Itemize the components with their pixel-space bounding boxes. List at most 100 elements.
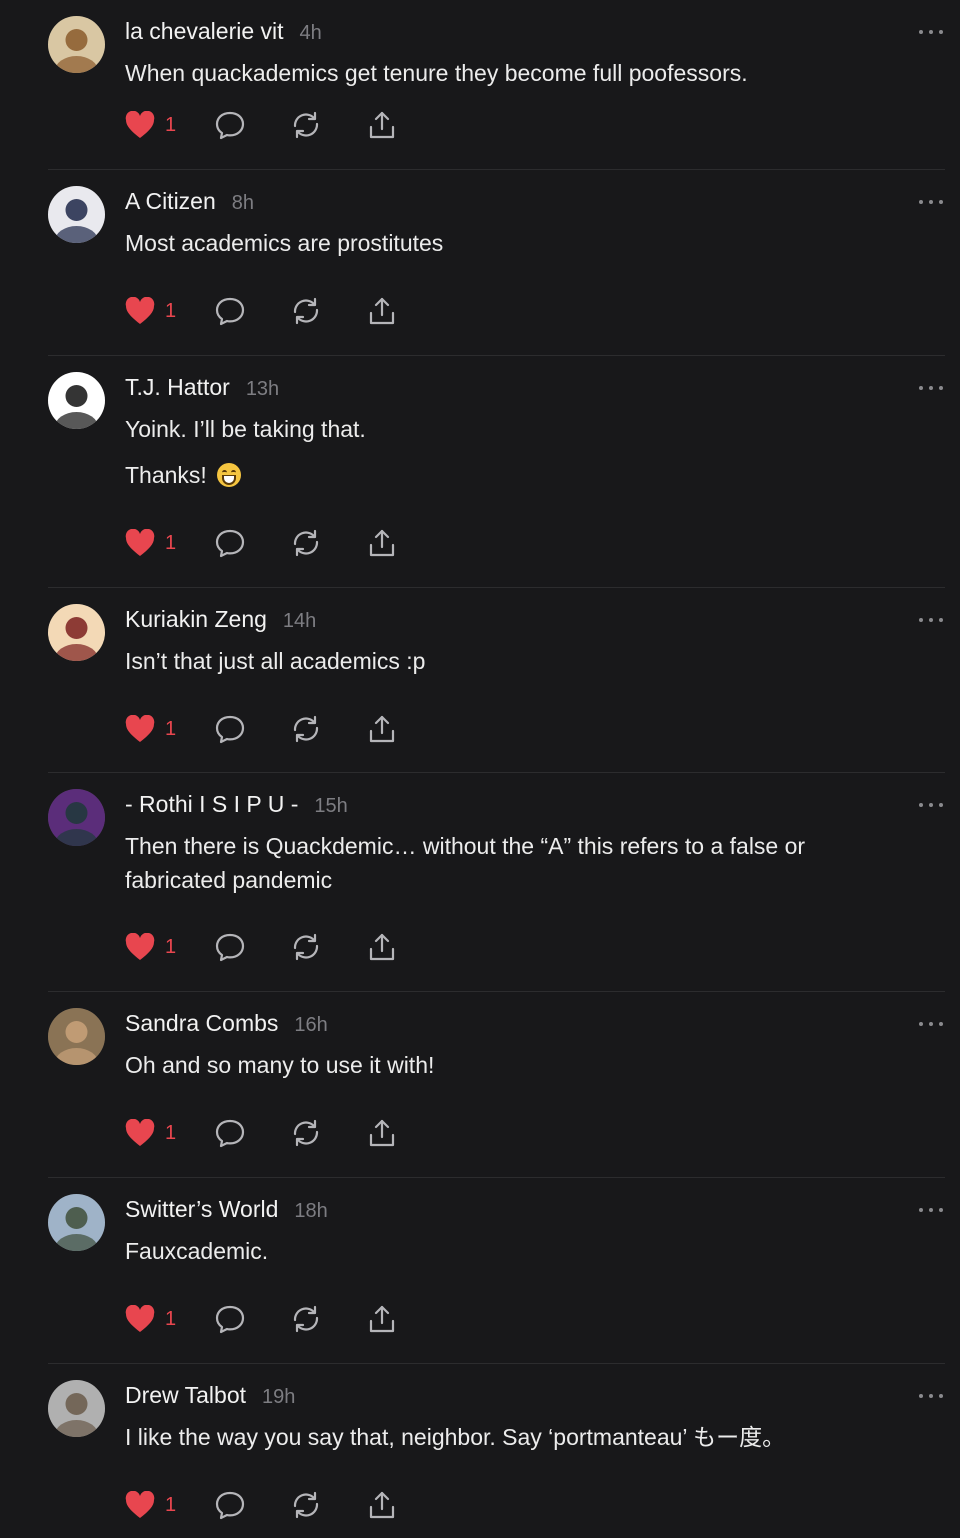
reply-button[interactable] xyxy=(215,714,291,744)
timestamp: 19h xyxy=(262,1386,296,1408)
comment-item: T.J. Hattor 13h Yoink. I’ll be taking that… xyxy=(48,356,945,588)
repost-button[interactable] xyxy=(291,714,367,744)
comment-header: Sandra Combs 16h xyxy=(125,1010,328,1037)
author-name[interactable]: A Citizen xyxy=(125,188,216,215)
comment-text-content: Most academics are prostitutes xyxy=(125,230,444,256)
like-button[interactable]: 1 xyxy=(125,715,215,743)
share-icon xyxy=(367,110,397,140)
author-name[interactable]: la chevalerie vit xyxy=(125,18,284,45)
share-button[interactable] xyxy=(367,1118,407,1148)
like-button[interactable]: 1 xyxy=(125,1305,215,1333)
avatar[interactable] xyxy=(48,789,105,846)
comment-text-content: Thanks! xyxy=(125,462,207,488)
avatar[interactable] xyxy=(48,1194,105,1251)
like-count: 1 xyxy=(165,299,177,322)
comment-body: Yoink. I’ll be taking that. Thanks! xyxy=(125,412,855,492)
more-icon[interactable] xyxy=(919,192,943,212)
more-icon[interactable] xyxy=(919,22,943,42)
comment-actions: 1 xyxy=(125,108,407,142)
repost-icon xyxy=(291,110,321,140)
reply-button[interactable] xyxy=(215,1490,291,1520)
share-icon xyxy=(367,1490,397,1520)
share-button[interactable] xyxy=(367,1304,407,1334)
repost-button[interactable] xyxy=(291,932,367,962)
like-count: 1 xyxy=(165,531,177,554)
comment-icon xyxy=(215,932,245,962)
repost-icon xyxy=(291,932,321,962)
comment-body: When quackademics get tenure they become… xyxy=(125,56,855,90)
author-name[interactable]: Sandra Combs xyxy=(125,1010,278,1037)
comment-icon xyxy=(215,1304,245,1334)
comment-icon xyxy=(215,714,245,744)
reply-button[interactable] xyxy=(215,528,291,558)
repost-button[interactable] xyxy=(291,1304,367,1334)
comment-body: Fauxcademic. xyxy=(125,1234,855,1268)
comment-header: la chevalerie vit 4h xyxy=(125,18,322,45)
author-name[interactable]: Drew Talbot xyxy=(125,1382,246,1409)
comment-text: I like the way you say that, neighbor. S… xyxy=(125,1420,855,1454)
comment-item: Switter’s World 18h Fauxcademic. 1 xyxy=(48,1178,945,1364)
reply-button[interactable] xyxy=(215,1118,291,1148)
repost-button[interactable] xyxy=(291,110,367,140)
reply-button[interactable] xyxy=(215,1304,291,1334)
share-icon xyxy=(367,296,397,326)
avatar[interactable] xyxy=(48,186,105,243)
share-button[interactable] xyxy=(367,932,407,962)
share-icon xyxy=(367,528,397,558)
comment-body: Then there is Quackdemic… without the “A… xyxy=(125,829,855,897)
share-button[interactable] xyxy=(367,528,407,558)
comment-text-content: Fauxcademic. xyxy=(125,1238,269,1264)
repost-button[interactable] xyxy=(291,1118,367,1148)
reply-button[interactable] xyxy=(215,296,291,326)
comment-text: Oh and so many to use it with! xyxy=(125,1048,855,1082)
reply-button[interactable] xyxy=(215,110,291,140)
avatar[interactable] xyxy=(48,16,105,73)
more-icon[interactable] xyxy=(919,1386,943,1406)
timestamp: 14h xyxy=(282,610,317,632)
comment-text: Then there is Quackdemic… without the “A… xyxy=(125,829,855,897)
heart-icon xyxy=(125,933,155,961)
comment-actions: 1 xyxy=(125,712,407,746)
repost-icon xyxy=(291,714,321,744)
more-icon[interactable] xyxy=(919,1200,943,1220)
avatar[interactable] xyxy=(48,1008,105,1065)
share-button[interactable] xyxy=(367,110,407,140)
author-name[interactable]: Kuriakin Zeng xyxy=(125,606,267,633)
comment-header: A Citizen 8h xyxy=(125,188,254,215)
more-icon[interactable] xyxy=(919,795,943,815)
heart-icon xyxy=(125,1305,155,1333)
like-button[interactable]: 1 xyxy=(125,297,215,325)
heart-icon xyxy=(125,1119,155,1147)
share-button[interactable] xyxy=(367,296,407,326)
comment-header: T.J. Hattor 13h xyxy=(125,374,279,401)
comment-header: Kuriakin Zeng 14h xyxy=(125,606,316,633)
repost-button[interactable] xyxy=(291,528,367,558)
like-button[interactable]: 1 xyxy=(125,529,215,557)
like-button[interactable]: 1 xyxy=(125,1491,215,1519)
avatar[interactable] xyxy=(48,604,105,661)
avatar[interactable] xyxy=(48,1380,105,1437)
author-name[interactable]: Switter’s World xyxy=(125,1196,278,1223)
avatar[interactable] xyxy=(48,372,105,429)
more-icon[interactable] xyxy=(919,1014,943,1034)
comment-actions: 1 xyxy=(125,930,407,964)
share-button[interactable] xyxy=(367,1490,407,1520)
heart-icon xyxy=(125,297,155,325)
share-button[interactable] xyxy=(367,714,407,744)
repost-button[interactable] xyxy=(291,1490,367,1520)
like-count: 1 xyxy=(165,935,177,958)
author-name[interactable]: T.J. Hattor xyxy=(125,374,230,401)
comment-actions: 1 xyxy=(125,1302,407,1336)
author-name[interactable]: - Rothi I S I P U - xyxy=(125,791,298,818)
more-icon[interactable] xyxy=(919,378,943,398)
more-icon[interactable] xyxy=(919,610,943,630)
like-button[interactable]: 1 xyxy=(125,933,215,961)
reply-button[interactable] xyxy=(215,932,291,962)
comment-text-content: Isn’t that just all academics :p xyxy=(125,648,426,674)
repost-button[interactable] xyxy=(291,296,367,326)
like-button[interactable]: 1 xyxy=(125,1119,215,1147)
repost-icon xyxy=(291,528,321,558)
share-icon xyxy=(367,932,397,962)
comment-icon xyxy=(215,1490,245,1520)
like-button[interactable]: 1 xyxy=(125,111,215,139)
